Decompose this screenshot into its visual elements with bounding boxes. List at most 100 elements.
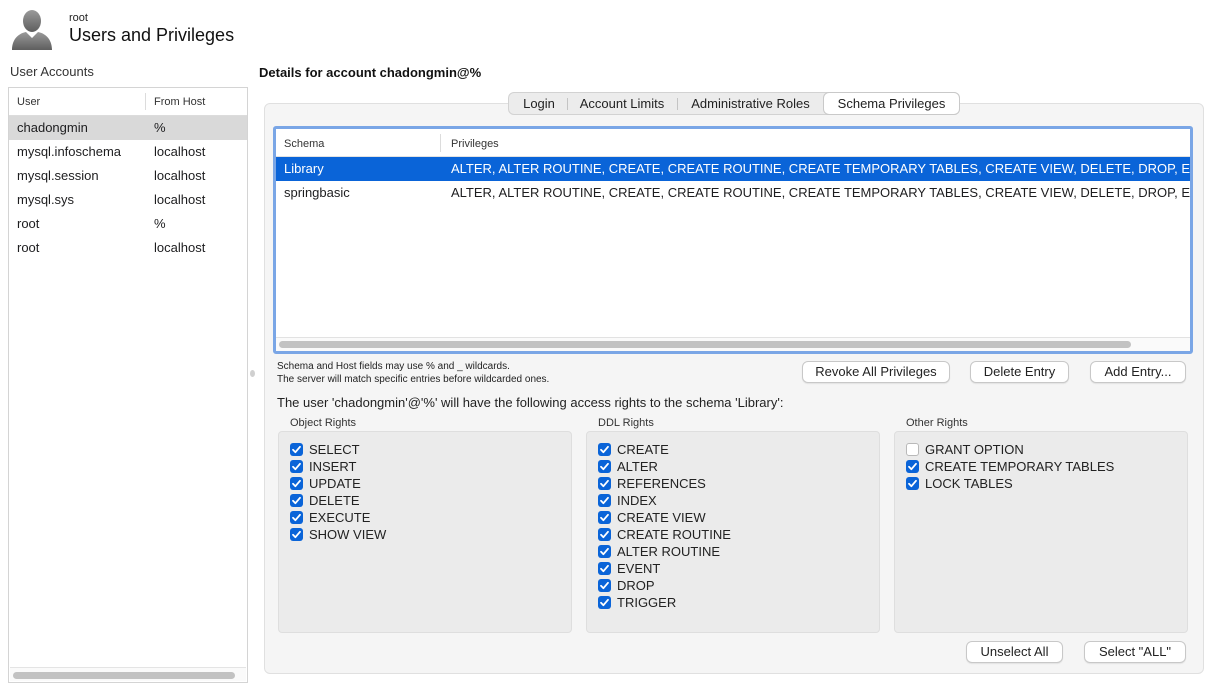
schema-table-header: Schema Privileges [276,129,1190,157]
user-accounts-header: User From Host [9,88,247,116]
user-accounts-label: User Accounts [10,64,94,79]
checkbox-checked-icon[interactable] [598,596,611,609]
user-avatar-icon [10,8,54,50]
checkbox-checked-icon[interactable] [598,511,611,524]
schema-horizontal-scrollbar[interactable] [276,337,1190,351]
checkbox-checked-icon[interactable] [598,528,611,541]
checkbox-checked-icon[interactable] [598,579,611,592]
checkbox-checked-icon[interactable] [598,443,611,456]
scrollbar-thumb[interactable] [13,672,235,679]
account-user: mysql.sys [17,192,75,207]
privilege-label: CREATE VIEW [617,510,706,525]
checkbox-unchecked-icon[interactable] [906,443,919,456]
other-rights-group: GRANT OPTION CREATE TEMPORARY TABLES LOCK … [894,431,1188,633]
scrollbar-thumb[interactable] [279,341,1131,348]
account-host: localhost [154,192,206,207]
split-view-handle[interactable] [250,370,255,377]
privilege-label: DROP [617,578,655,593]
account-user: mysql.session [17,168,99,183]
details-title: Details for account chadongmin@% [259,65,482,80]
checkbox-checked-icon[interactable] [290,460,303,473]
account-host: % [154,216,166,231]
account-row[interactable]: mysql.infoschema localhost [9,140,247,164]
schema-name: springbasic [284,185,350,200]
privilege-label: INDEX [617,493,657,508]
account-host: localhost [154,168,206,183]
tab-administrative-roles[interactable]: Administrative Roles [678,93,823,114]
checkbox-checked-icon[interactable] [598,545,611,558]
delete-entry-button[interactable]: Delete Entry [970,361,1069,383]
account-user: root [17,216,40,231]
privilege-label: CREATE [617,442,669,457]
schema-privileges: ALTER, ALTER ROUTINE, CREATE, CREATE ROU… [451,161,1190,176]
checkbox-checked-icon[interactable] [290,494,303,507]
privilege-label: REFERENCES [617,476,706,491]
privilege-label: INSERT [309,459,357,474]
privilege-label: CREATE ROUTINE [617,527,731,542]
privilege-label: DELETE [309,493,360,508]
user-accounts-rows: chadongmin% mysql.infoschema localhost mysq… [9,116,247,260]
accounts-horizontal-scrollbar[interactable] [10,667,246,681]
column-divider[interactable] [440,134,441,152]
unselect-all-button[interactable]: Unselect All [966,641,1063,663]
account-row[interactable]: root localhost [9,236,247,260]
object-rights-group: SELECT INSERT UPDATE DELETE EXECUTE SHOW VIEW [278,431,572,633]
checkbox-checked-icon[interactable] [290,477,303,490]
schema-row[interactable]: springbasic ALTER, ALTER ROUTINE, CREATE,… [276,181,1190,205]
select-all-button[interactable]: Select "ALL" [1084,641,1186,663]
account-host: localhost [154,240,206,255]
account-user: root [17,240,40,255]
schema-name: Library [284,161,324,176]
checkbox-checked-icon[interactable] [598,494,611,507]
account-row[interactable]: mysql.sys localhost [9,188,247,212]
checkbox-checked-icon[interactable] [290,511,303,524]
account-user: chadongmin [17,120,88,135]
user-accounts-table[interactable]: User From Host chadongmin% mysql.infosche… [8,87,248,683]
privilege-label: EXECUTE [309,510,371,525]
tab-bar: Login Account Limits Administrative Role… [508,92,960,115]
add-entry-button[interactable]: Add Entry... [1090,361,1186,383]
checkbox-checked-icon[interactable] [598,460,611,473]
schema-table-rows: Library ALTER, ALTER ROUTINE, CREATE, CRE… [276,157,1190,205]
column-header-user[interactable]: User [17,96,40,108]
schema-row[interactable]: Library ALTER, ALTER ROUTINE, CREATE, CRE… [276,157,1190,181]
column-divider[interactable] [145,93,146,110]
page-title: Users and Privileges [69,25,235,45]
account-row[interactable]: root% [9,212,247,236]
wildcard-note-2: The server will match specific entries b… [277,374,550,385]
checkbox-checked-icon[interactable] [598,477,611,490]
schema-privileges-table[interactable]: Schema Privileges Library ALTER, ALTER RO… [273,126,1193,354]
header-subtitle: root [69,12,88,24]
privilege-label: SHOW VIEW [309,527,387,542]
privilege-label: EVENT [617,561,661,576]
checkbox-checked-icon[interactable] [290,528,303,541]
wildcard-note: Schema and Host fields may use % and _ w… [277,361,510,372]
tab-account-limits[interactable]: Account Limits [568,93,676,114]
column-header-from-host[interactable]: From Host [154,96,205,108]
account-row[interactable]: chadongmin% [9,116,247,140]
account-host: % [154,120,166,135]
checkbox-checked-icon[interactable] [906,460,919,473]
checkbox-checked-icon[interactable] [290,443,303,456]
privilege-label: LOCK TABLES [925,476,1013,491]
privilege-label: GRANT OPTION [925,442,1024,457]
ddl-rights-group: CREATE ALTER REFERENCES INDEX CREATE VIEW CRE… [586,431,880,633]
ddl-rights-label: DDL Rights [598,417,654,429]
schema-privileges: ALTER, ALTER ROUTINE, CREATE, CREATE ROU… [451,185,1190,200]
privilege-label: TRIGGER [617,595,677,610]
column-header-schema[interactable]: Schema [284,138,324,150]
privilege-label: SELECT [309,442,360,457]
revoke-all-privileges-button[interactable]: Revoke All Privileges [802,361,950,383]
column-header-privileges[interactable]: Privileges [451,138,499,150]
account-row[interactable]: mysql.session localhost [9,164,247,188]
privilege-label: CREATE TEMPORARY TABLES [925,459,1115,474]
privilege-label: UPDATE [309,476,361,491]
checkbox-checked-icon[interactable] [598,562,611,575]
checkbox-checked-icon[interactable] [906,477,919,490]
privilege-label: ALTER [617,459,658,474]
other-rights-label: Other Rights [906,417,968,429]
tab-login[interactable]: Login [511,93,567,114]
access-rights-description: The user 'chadongmin'@'%' will have the … [277,395,784,410]
tab-schema-privileges[interactable]: Schema Privileges [824,93,959,114]
account-host: localhost [154,144,206,159]
